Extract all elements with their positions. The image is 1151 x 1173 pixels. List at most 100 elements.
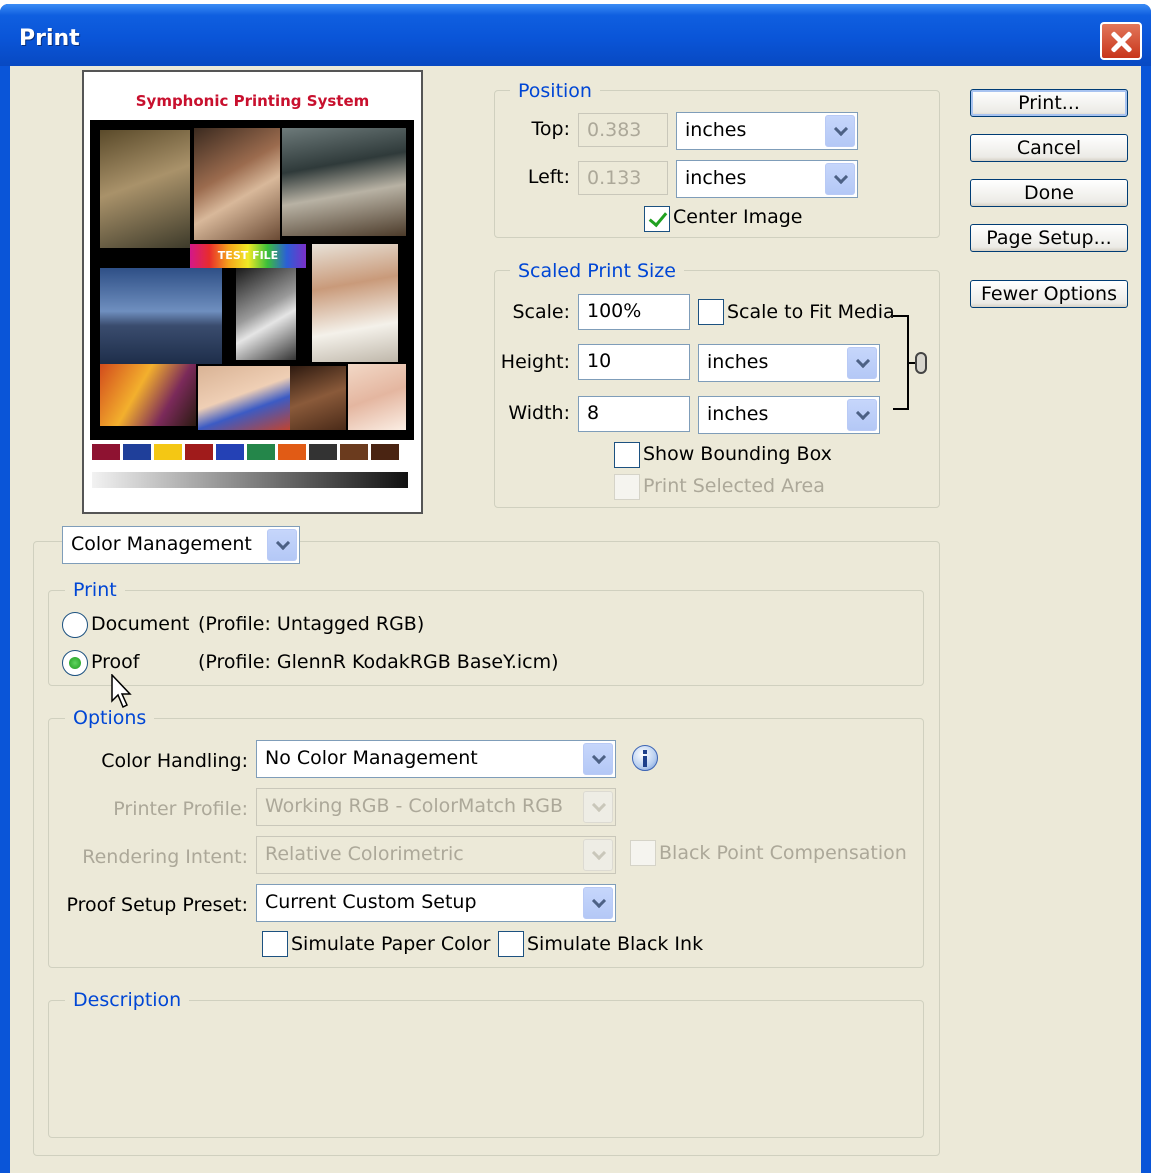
document-profile: (Profile: Untagged RGB) [198,613,425,635]
simulate-black-checkbox[interactable] [498,931,524,957]
chevron-down-icon[interactable] [583,791,613,823]
simulate-paper-label: Simulate Paper Color [291,933,491,955]
color-swatch [123,444,151,460]
proof-preset-select[interactable]: Current Custom Setup [256,884,616,922]
grayscale-ramp [92,472,408,488]
rendering-intent-select[interactable]: Relative Colorimetric [256,836,616,874]
color-swatch [154,444,182,460]
chevron-down-icon[interactable] [847,347,877,379]
width-units-select[interactable]: inches [698,396,880,434]
height-label: Height: [500,351,570,373]
color-swatch [340,444,368,460]
preview-photo-girl-dog [100,130,190,248]
width-field[interactable]: 8 [578,396,690,432]
print-selected-area-checkbox[interactable] [614,474,640,500]
chevron-down-icon[interactable] [825,115,855,147]
done-button[interactable]: Done [970,179,1128,207]
preview-photo-fruit [100,364,196,426]
printer-profile-value: Working RGB - ColorMatch RGB [265,795,564,817]
height-units-select[interactable]: inches [698,344,880,382]
color-swatch [185,444,213,460]
preview-photo-portrait [194,128,280,240]
chevron-down-icon[interactable] [583,839,613,871]
width-units-value: inches [707,403,769,425]
chevron-down-icon[interactable] [583,887,613,919]
color-swatch [247,444,275,460]
preview-test-label: TEST FILE [190,244,306,268]
color-handling-value: No Color Management [265,747,478,769]
simulate-paper-checkbox[interactable] [262,931,288,957]
proof-preset-label: Proof Setup Preset: [66,894,248,916]
page-setup-button[interactable]: Page Setup... [970,224,1128,252]
position-legend: Position [510,80,600,102]
info-icon-stem [643,756,647,767]
top-label: Top: [531,118,570,140]
cancel-button[interactable]: Cancel [970,134,1128,162]
top-units-value: inches [685,119,747,141]
color-swatch [309,444,337,460]
info-icon-dot [643,750,647,754]
top-field[interactable]: 0.383 [578,113,668,147]
print-selected-area-label: Print Selected Area [643,475,825,497]
left-label: Left: [527,166,570,188]
info-icon[interactable] [632,745,658,771]
proof-profile: (Profile: GlennR KodakRGB BaseY.icm) [198,651,559,673]
preview-photo-baby-dark [290,366,346,430]
center-image-checkbox[interactable] [644,206,670,232]
left-field[interactable]: 0.133 [578,161,668,195]
black-point-checkbox[interactable] [630,840,656,866]
height-field[interactable]: 10 [578,344,690,380]
proof-label: Proof [91,651,140,673]
window-title: Print [19,26,80,51]
document-label: Document [91,613,190,635]
chevron-down-icon[interactable] [583,743,613,775]
proof-preset-value: Current Custom Setup [265,891,477,913]
center-image-label: Center Image [673,206,803,228]
title-bar[interactable]: Print [0,4,1151,66]
description-legend: Description [65,989,190,1011]
rendering-intent-label: Rendering Intent: [82,846,248,868]
description-group [48,1000,924,1138]
black-point-label: Black Point Compensation [659,842,907,864]
printer-profile-select[interactable]: Working RGB - ColorMatch RGB [256,788,616,826]
color-handling-select[interactable]: No Color Management [256,740,616,778]
preview-photo-bride [312,244,398,362]
chevron-down-icon[interactable] [847,399,877,431]
color-swatch [278,444,306,460]
color-swatch [371,444,399,460]
left-units-value: inches [685,167,747,189]
mouse-cursor-icon [111,674,132,709]
scale-field[interactable]: 100% [578,294,690,330]
scaled-print-size-legend: Scaled Print Size [510,260,684,282]
document-radio[interactable] [62,612,88,638]
close-button[interactable] [1100,22,1142,60]
print-source-legend: Print [65,579,125,601]
preview-photo-bw-face [236,268,296,360]
preview-photo-city [100,268,222,364]
preview-photo-face-paint [198,366,290,430]
scale-to-fit-label: Scale to Fit Media [727,301,895,323]
color-handling-label: Color Handling: [101,750,248,772]
fewer-options-button[interactable]: Fewer Options [970,280,1128,308]
chevron-down-icon[interactable] [267,529,297,561]
scale-label: Scale: [512,301,570,323]
height-units-value: inches [707,351,769,373]
top-units-select[interactable]: inches [676,112,858,150]
section-select-value: Color Management [71,533,252,555]
preview-doc-title: Symphonic Printing System [135,92,370,110]
print-button[interactable]: Print... [970,89,1128,117]
left-units-select[interactable]: inches [676,160,858,198]
simulate-black-label: Simulate Black Ink [527,933,704,955]
link-chain-icon[interactable] [915,352,927,374]
show-bounding-box-label: Show Bounding Box [643,443,832,465]
show-bounding-box-checkbox[interactable] [614,442,640,468]
proof-radio[interactable] [62,650,88,676]
width-label: Width: [508,402,570,424]
section-select[interactable]: Color Management [62,526,300,564]
chevron-down-icon[interactable] [825,163,855,195]
color-swatch [92,444,120,460]
rendering-intent-value: Relative Colorimetric [265,843,464,865]
scale-to-fit-checkbox[interactable] [698,299,724,325]
preview-photo-horses [282,128,406,236]
printer-profile-label: Printer Profile: [113,798,248,820]
